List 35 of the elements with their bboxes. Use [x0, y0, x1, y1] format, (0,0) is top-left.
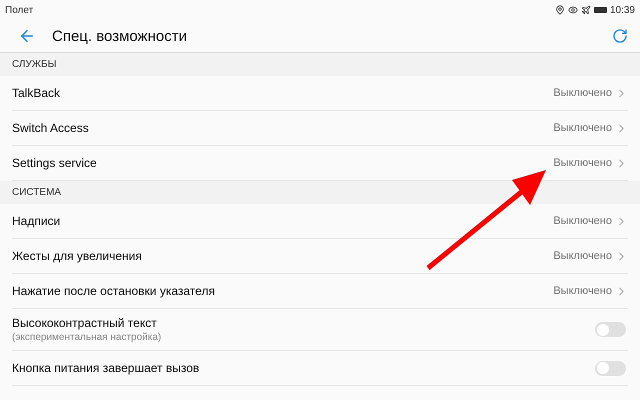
row-label: Надписи: [12, 214, 62, 228]
row-label: Жесты для увеличения: [12, 249, 143, 263]
row-value: Выключено: [553, 122, 612, 134]
row-subtitle: (экспериментальная настройка): [12, 332, 162, 343]
battery-icon: [594, 7, 607, 13]
row-label: Кнопка питания завершает вызов: [12, 361, 200, 375]
settings-row[interactable]: Высококонтрастный текст (экспериментальная настройка): [12, 309, 628, 351]
eye-icon: [568, 5, 578, 15]
row-label: Нажатие после остановки указателя: [12, 284, 216, 298]
settings-row[interactable]: TalkBack Выключено: [12, 76, 628, 111]
status-text: Полет: [5, 4, 34, 16]
clock: 10:39: [610, 4, 635, 16]
back-icon[interactable]: [18, 27, 36, 45]
row-value: Выключено: [553, 157, 612, 169]
settings-row[interactable]: Жесты для увеличения Выключено: [12, 239, 628, 274]
settings-row[interactable]: Кнопка питания завершает вызов: [12, 351, 628, 386]
section-title: СИСТЕМА: [12, 187, 62, 198]
row-label: Switch Access: [12, 121, 90, 135]
settings-row[interactable]: Нажатие после остановки указателя Выключено: [12, 274, 628, 309]
settings-row[interactable]: Надписи Выключено: [12, 204, 628, 239]
row-value: Выключено: [553, 215, 612, 227]
row-value: Выключено: [553, 87, 612, 99]
section-title: СЛУЖБЫ: [12, 59, 56, 70]
row-label: Settings service: [12, 156, 98, 170]
toggle-switch[interactable]: [595, 322, 626, 337]
row-label: Высококонтрастный текст: [12, 316, 158, 330]
row-value: Выключено: [553, 285, 612, 297]
toggle-switch[interactable]: [595, 360, 626, 376]
location-icon: [554, 5, 565, 15]
row-value: Выключено: [553, 250, 612, 262]
page-title: Спец. возможности: [52, 28, 188, 44]
airplane-icon: [580, 5, 591, 15]
settings-row[interactable]: Switch Access Выключено: [12, 111, 628, 146]
refresh-icon[interactable]: [612, 28, 628, 44]
row-label: TalkBack: [12, 86, 62, 100]
